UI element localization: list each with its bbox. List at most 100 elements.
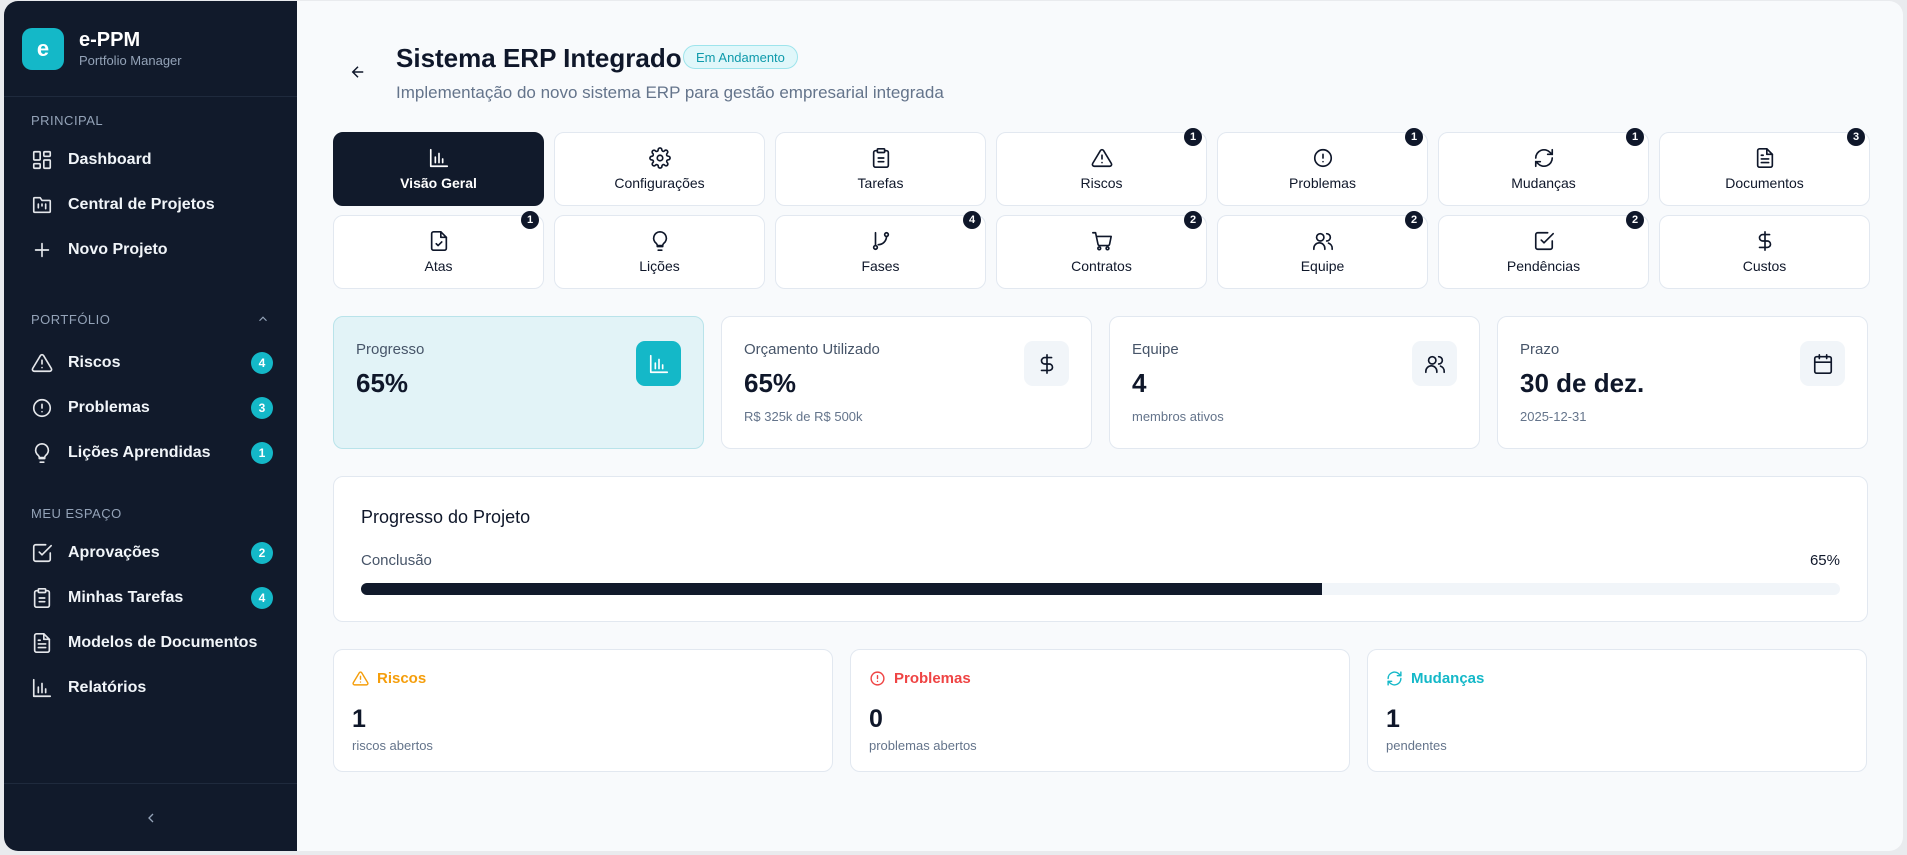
users-icon bbox=[1312, 232, 1333, 251]
sidebar-item-label: Aprovações bbox=[68, 544, 160, 561]
tab-label: Problemas bbox=[1289, 175, 1356, 191]
sidebar-item-label: Problemas bbox=[68, 399, 150, 416]
summary-card-riscos: Riscos 1 riscos abertos bbox=[333, 649, 833, 772]
tab-label: Tarefas bbox=[857, 175, 904, 191]
stat-icon bbox=[1412, 341, 1457, 386]
tab-label: Riscos bbox=[1080, 175, 1123, 191]
tab-problemas[interactable]: 1 Problemas bbox=[1217, 128, 1428, 206]
dollar-icon bbox=[1040, 353, 1053, 374]
sidebar-item-modelos-de-documentos[interactable]: Modelos de Documentos bbox=[31, 628, 273, 658]
stat-value: 4 bbox=[1132, 368, 1147, 398]
git-branch-icon bbox=[872, 231, 889, 251]
alert-circle-icon bbox=[32, 398, 52, 418]
tab-custos[interactable]: Custos bbox=[1659, 215, 1870, 289]
tab-label: Lições bbox=[639, 258, 680, 274]
summary-row: Riscos 1 riscos abertos Problemas 0 prob… bbox=[333, 649, 1868, 772]
summary-subtext: pendentes bbox=[1386, 738, 1447, 753]
summary-card-mudancas: Mudanças 1 pendentes bbox=[1367, 649, 1867, 772]
stats-row: Progresso 65% Orçamento Utilizado 65% R$… bbox=[333, 316, 1868, 449]
app-subtitle: Portfolio Manager bbox=[79, 52, 182, 68]
back-button[interactable] bbox=[349, 63, 367, 81]
sidebar-item-novo-projeto[interactable]: Novo Projeto bbox=[31, 235, 273, 265]
lightbulb-icon bbox=[34, 443, 50, 463]
progress-bar-fill bbox=[361, 583, 1323, 595]
tab-riscos[interactable]: 1 Riscos bbox=[996, 128, 1207, 206]
sidebar-item-label: Lições Aprendidas bbox=[68, 444, 211, 461]
tab-tarefas[interactable]: Tarefas bbox=[775, 132, 986, 206]
sidebar-item-minhas-tarefas[interactable]: Minhas Tarefas 4 bbox=[31, 583, 273, 613]
project-tabs: Visão Geral Configurações Tarefas 1 Risc… bbox=[333, 128, 1870, 289]
gear-icon bbox=[648, 147, 671, 169]
progress-bar bbox=[361, 583, 1840, 595]
progress-value: 65% bbox=[1809, 552, 1840, 569]
tab-pendencias[interactable]: 2 Pendências bbox=[1438, 211, 1649, 289]
stat-value: 65% bbox=[744, 368, 797, 398]
tab-licoes[interactable]: Lições bbox=[554, 215, 765, 289]
calendar-icon bbox=[1813, 353, 1832, 374]
count-badge: 2 bbox=[1405, 211, 1423, 229]
progress-title: Progresso do Projeto bbox=[361, 507, 531, 527]
progress-label: Conclusão bbox=[361, 552, 432, 569]
tab-label: Pendências bbox=[1506, 258, 1581, 274]
stat-card-orcamento: Orçamento Utilizado 65% R$ 325k de R$ 50… bbox=[721, 316, 1092, 449]
check-square-icon bbox=[1534, 231, 1554, 251]
lightbulb-icon bbox=[652, 231, 667, 251]
chevron-up-icon[interactable] bbox=[256, 312, 270, 326]
tab-label: Atas bbox=[424, 258, 453, 274]
sidebar-item-problemas[interactable]: Problemas 3 bbox=[31, 393, 273, 423]
tab-contratos[interactable]: 2 Contratos bbox=[996, 211, 1207, 289]
stat-subtext: R$ 325k de R$ 500k bbox=[744, 409, 863, 424]
stat-label: Prazo bbox=[1520, 341, 1560, 358]
sidebar-item-label: Minhas Tarefas bbox=[68, 589, 184, 606]
stat-value: 30 de dez. bbox=[1520, 368, 1645, 398]
tab-configuracoes[interactable]: Configurações bbox=[554, 132, 765, 206]
brand[interactable]: e e-PPM Portfolio Manager bbox=[4, 1, 297, 97]
summary-value: 1 bbox=[352, 705, 366, 733]
sidebar-item-label: Dashboard bbox=[68, 151, 152, 168]
refresh-icon bbox=[1387, 671, 1402, 686]
tab-visao-geral[interactable]: Visão Geral bbox=[333, 132, 544, 206]
file-text-icon bbox=[33, 633, 51, 653]
alert-triangle-icon bbox=[1091, 148, 1112, 168]
alert-circle-icon bbox=[1313, 148, 1332, 168]
summary-header: Problemas bbox=[869, 670, 1331, 687]
tab-atas[interactable]: 1 Atas bbox=[333, 211, 544, 289]
section-label-portfolio[interactable]: PORTFÓLIO bbox=[4, 309, 297, 329]
summary-title: Riscos bbox=[377, 670, 427, 687]
count-badge: 4 bbox=[963, 211, 981, 229]
tab-equipe[interactable]: 2 Equipe bbox=[1217, 211, 1428, 289]
collapse-sidebar-button[interactable] bbox=[4, 783, 297, 851]
sidebar-item-label: Novo Projeto bbox=[68, 241, 168, 258]
tab-fases[interactable]: 4 Fases bbox=[775, 211, 986, 289]
count-badge: 1 bbox=[251, 442, 273, 464]
sidebar-item-label: Central de Projetos bbox=[68, 196, 215, 213]
count-badge: 2 bbox=[251, 542, 273, 564]
plus-icon bbox=[34, 242, 50, 258]
stat-label: Orçamento Utilizado bbox=[744, 341, 880, 358]
alert-triangle-icon bbox=[31, 353, 53, 373]
stat-value: 65% bbox=[356, 368, 409, 398]
summary-header: Mudanças bbox=[1386, 670, 1848, 687]
tab-label: Mudanças bbox=[1511, 175, 1576, 191]
stat-subtext: membros ativos bbox=[1132, 409, 1224, 424]
page-subtitle: Implementação do novo sistema ERP para g… bbox=[396, 83, 944, 102]
refresh-icon bbox=[1534, 148, 1553, 168]
tab-documentos[interactable]: 3 Documentos bbox=[1659, 128, 1870, 206]
stat-card-equipe: Equipe 4 membros ativos bbox=[1109, 316, 1480, 449]
summary-value: 0 bbox=[869, 705, 883, 733]
stat-icon bbox=[1024, 341, 1069, 386]
count-badge: 2 bbox=[1184, 211, 1202, 229]
chevron-left-icon bbox=[147, 813, 153, 822]
sidebar-item-aprovacoes[interactable]: Aprovações 2 bbox=[31, 538, 273, 568]
sidebar-item-riscos[interactable]: Riscos 4 bbox=[31, 348, 273, 378]
sidebar-item-dashboard[interactable]: Dashboard bbox=[31, 145, 273, 175]
tab-mudancas[interactable]: 1 Mudanças bbox=[1438, 128, 1649, 206]
summary-header: Riscos bbox=[352, 670, 814, 687]
sidebar-item-licoes-aprendidas[interactable]: Lições Aprendidas 1 bbox=[31, 438, 273, 468]
tab-label: Visão Geral bbox=[400, 175, 477, 191]
alert-triangle-icon bbox=[352, 671, 369, 686]
bar-chart-icon bbox=[32, 678, 52, 698]
sidebar-item-central-de-projetos[interactable]: Central de Projetos bbox=[31, 190, 273, 220]
sidebar-item-relatorios[interactable]: Relatórios bbox=[31, 673, 273, 703]
app-window: e e-PPM Portfolio Manager PRINCIPAL Dash… bbox=[4, 1, 1903, 851]
